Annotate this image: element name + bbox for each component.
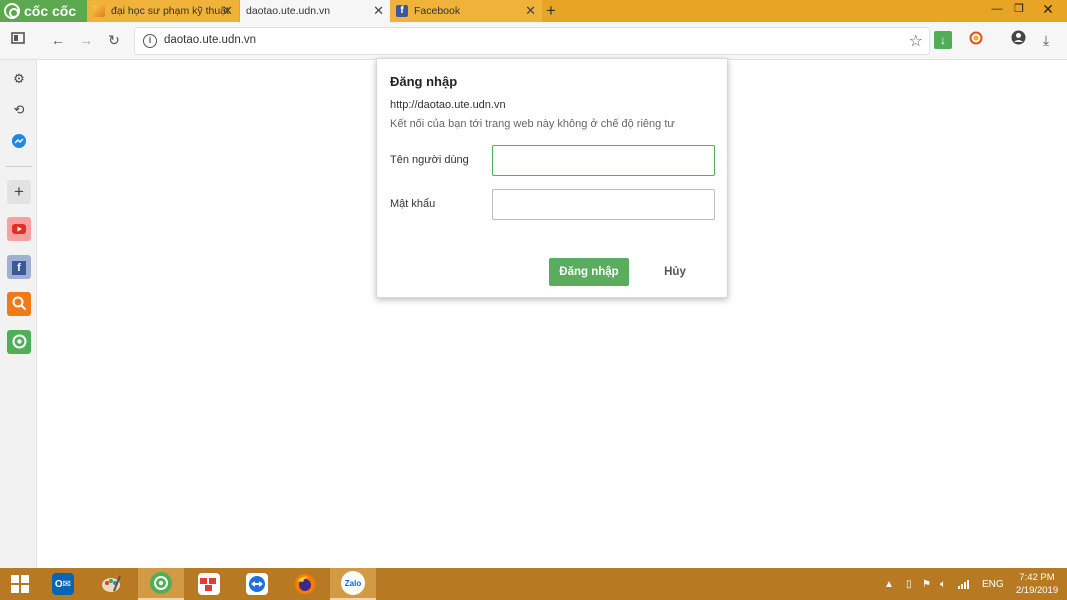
paint-icon[interactable]: [88, 568, 134, 600]
coccoc-extension-icon[interactable]: [966, 30, 986, 50]
password-label: Mật khẩu: [390, 198, 436, 210]
outlook-icon[interactable]: O✉: [40, 568, 86, 600]
cancel-button[interactable]: Hủy: [635, 258, 715, 286]
close-tab-icon[interactable]: ✕: [222, 4, 233, 17]
downloads-icon[interactable]: ⤓: [1036, 30, 1056, 50]
coccoc-icon[interactable]: [138, 568, 184, 600]
forward-button[interactable]: →: [76, 30, 96, 50]
browser-toolbar: ← → ↻ i daotao.ute.udn.vn ☆ ↓ ⤓: [0, 22, 1067, 60]
volume-icon[interactable]: 🔈︎: [940, 568, 946, 600]
close-tab-icon[interactable]: ✕: [525, 4, 536, 17]
account-icon[interactable]: [1008, 30, 1028, 50]
teamviewer-meeting-icon[interactable]: [186, 568, 232, 600]
savior-download-icon[interactable]: ↓: [934, 31, 952, 49]
system-clock[interactable]: 7:42 PM 2/19/2019: [1012, 571, 1062, 597]
facebook-icon[interactable]: f: [7, 255, 31, 279]
address-bar[interactable]: i daotao.ute.udn.vn ☆: [134, 27, 930, 55]
address-text: daotao.ute.udn.vn: [164, 34, 257, 46]
teamviewer-icon[interactable]: [234, 568, 280, 600]
restore-button[interactable]: ❐: [1005, 0, 1033, 22]
tab-dai-hoc[interactable]: đại học sư phạm kỹ thuật ✕: [87, 0, 239, 22]
close-tab-icon[interactable]: ✕: [373, 4, 384, 17]
zalo-label: Zalo: [344, 578, 362, 588]
history-icon[interactable]: ⟲: [7, 98, 31, 122]
sidebar-divider: [6, 166, 32, 167]
settings-icon[interactable]: ⚙: [7, 67, 31, 91]
windows-taskbar: O✉ Zalo ▲ ▯ ⚑ 🔈︎ ENG 7:42 PM 2/19/2019: [0, 568, 1067, 600]
tab-title: Facebook: [414, 5, 461, 17]
back-button[interactable]: ←: [48, 30, 68, 50]
youtube-icon[interactable]: [7, 217, 31, 241]
search-icon[interactable]: [7, 292, 31, 316]
password-field[interactable]: [492, 189, 715, 220]
clock-date: 2/19/2019: [1015, 585, 1059, 596]
show-hidden-icons-button[interactable]: ▲: [884, 568, 894, 600]
sidebar-toggle-icon[interactable]: [8, 30, 28, 50]
language-indicator[interactable]: ENG: [982, 568, 1004, 600]
tab-facebook[interactable]: f Facebook ✕: [390, 0, 542, 22]
tab-daotao[interactable]: daotao.ute.udn.vn ✕: [240, 0, 390, 22]
privacy-warning: Kết nối của bạn tới trang web này không …: [390, 118, 675, 130]
dialog-title: Đăng nhập: [390, 74, 458, 89]
coccoc-logo-icon: [4, 3, 20, 19]
coccoc-leaf-icon: [93, 5, 105, 17]
add-icon[interactable]: +: [7, 180, 31, 204]
sidebar: ⚙ ⟲ + f: [0, 60, 37, 568]
facebook-icon: f: [396, 5, 408, 17]
firefox-icon[interactable]: [282, 568, 328, 600]
coccoc-icon[interactable]: [7, 330, 31, 354]
windows-start-icon[interactable]: [0, 568, 40, 600]
login-dialog: Đăng nhập http://daotao.ute.udn.vn Kết n…: [376, 58, 728, 298]
messenger-icon[interactable]: [7, 129, 31, 153]
close-window-button[interactable]: ✕: [1034, 0, 1062, 22]
zalo-icon[interactable]: Zalo: [330, 568, 376, 600]
action-center-flag-icon[interactable]: ⚑: [922, 568, 931, 600]
username-label: Tên người dùng: [390, 154, 469, 166]
reload-button[interactable]: ↻: [104, 30, 124, 50]
battery-icon[interactable]: ▯: [906, 568, 912, 600]
new-tab-button[interactable]: +: [546, 1, 556, 21]
clock-time: 7:42 PM: [1019, 572, 1055, 583]
dialog-url: http://daotao.ute.udn.vn: [390, 99, 506, 111]
network-signal-icon[interactable]: [958, 568, 972, 600]
tab-title: đại học sư phạm kỹ thuật: [111, 5, 229, 17]
tab-strip: cốc cốc đại học sư phạm kỹ thuật ✕ daota…: [0, 0, 1067, 22]
username-field[interactable]: [492, 145, 715, 176]
site-info-icon[interactable]: i: [143, 34, 157, 48]
brand-name: cốc cốc: [24, 3, 77, 19]
coccoc-menu-button[interactable]: cốc cốc: [0, 0, 87, 22]
login-button[interactable]: Đăng nhập: [549, 258, 629, 286]
bookmark-star-icon[interactable]: ☆: [909, 31, 923, 51]
tab-title: daotao.ute.udn.vn: [246, 5, 331, 17]
